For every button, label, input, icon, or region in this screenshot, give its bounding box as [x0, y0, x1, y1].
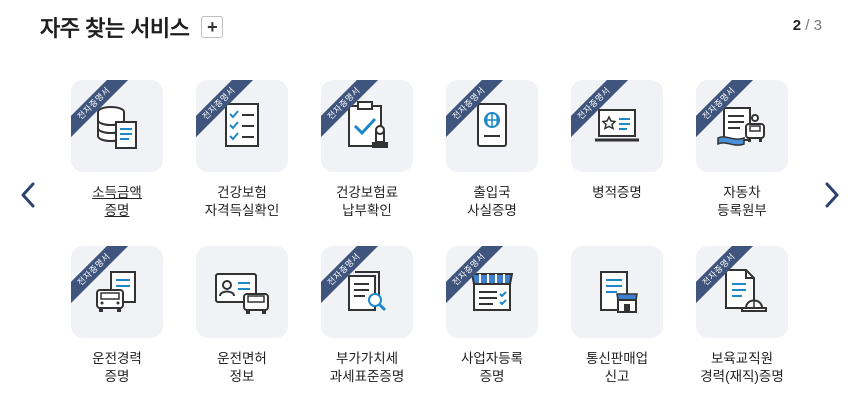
service-item[interactable]: 전자증명서 소득금액 증명: [57, 80, 177, 220]
service-tile[interactable]: 전자증명서: [321, 80, 413, 172]
service-grid: 전자증명서 소득금액 증명 전자증명서 건강보험 자격득실확인 전자증명서 건강…: [0, 0, 854, 401]
service-label[interactable]: 운전면허 정보: [217, 350, 267, 386]
service-item[interactable]: 전자증명서 보육교직원 경력(재직)증명: [682, 246, 802, 386]
service-item[interactable]: 전자증명서 운전경력 증명: [57, 246, 177, 386]
service-label[interactable]: 건강보험 자격득실확인: [205, 184, 280, 220]
service-label[interactable]: 병적증명: [592, 184, 642, 202]
service-item[interactable]: 전자증명서 자동차 등록원부: [682, 80, 802, 220]
service-item[interactable]: 통신판매업 신고: [557, 246, 677, 386]
service-label[interactable]: 소득금액 증명: [92, 184, 142, 220]
service-item[interactable]: 전자증명서 사업자등록 증명: [432, 246, 552, 386]
service-item[interactable]: 전자증명서 건강보험 자격득실확인: [182, 80, 302, 220]
document-store-icon: [600, 271, 638, 313]
service-item[interactable]: 전자증명서 출입국 사실증명: [432, 80, 552, 220]
service-label[interactable]: 부가가치세 과세표준증명: [330, 350, 405, 386]
service-label[interactable]: 보육교직원 경력(재직)증명: [700, 350, 784, 386]
service-tile[interactable]: 전자증명서: [196, 80, 288, 172]
service-tile[interactable]: [571, 246, 663, 338]
service-item[interactable]: 전자증명서 부가가치세 과세표준증명: [307, 246, 427, 386]
service-tile[interactable]: 전자증명서: [696, 80, 788, 172]
service-item[interactable]: 운전면허 정보: [182, 246, 302, 386]
service-item[interactable]: 전자증명서 건강보험료 납부확인: [307, 80, 427, 220]
service-tile[interactable]: 전자증명서: [71, 246, 163, 338]
service-label[interactable]: 건강보험료 납부확인: [336, 184, 398, 220]
service-tile[interactable]: [196, 246, 288, 338]
service-tile[interactable]: 전자증명서: [446, 246, 538, 338]
service-label[interactable]: 자동차 등록원부: [717, 184, 767, 220]
license-card-icon: [215, 273, 269, 314]
service-label[interactable]: 사업자등록 증명: [461, 350, 523, 386]
service-tile[interactable]: 전자증명서: [696, 246, 788, 338]
service-tile[interactable]: 전자증명서: [571, 80, 663, 172]
service-tile[interactable]: 전자증명서: [321, 246, 413, 338]
service-item[interactable]: 전자증명서 병적증명: [557, 80, 677, 202]
service-label[interactable]: 출입국 사실증명: [467, 184, 517, 220]
service-label[interactable]: 통신판매업 신고: [586, 350, 648, 386]
service-tile[interactable]: 전자증명서: [446, 80, 538, 172]
service-tile[interactable]: 전자증명서: [71, 80, 163, 172]
service-label[interactable]: 운전경력 증명: [92, 350, 142, 386]
